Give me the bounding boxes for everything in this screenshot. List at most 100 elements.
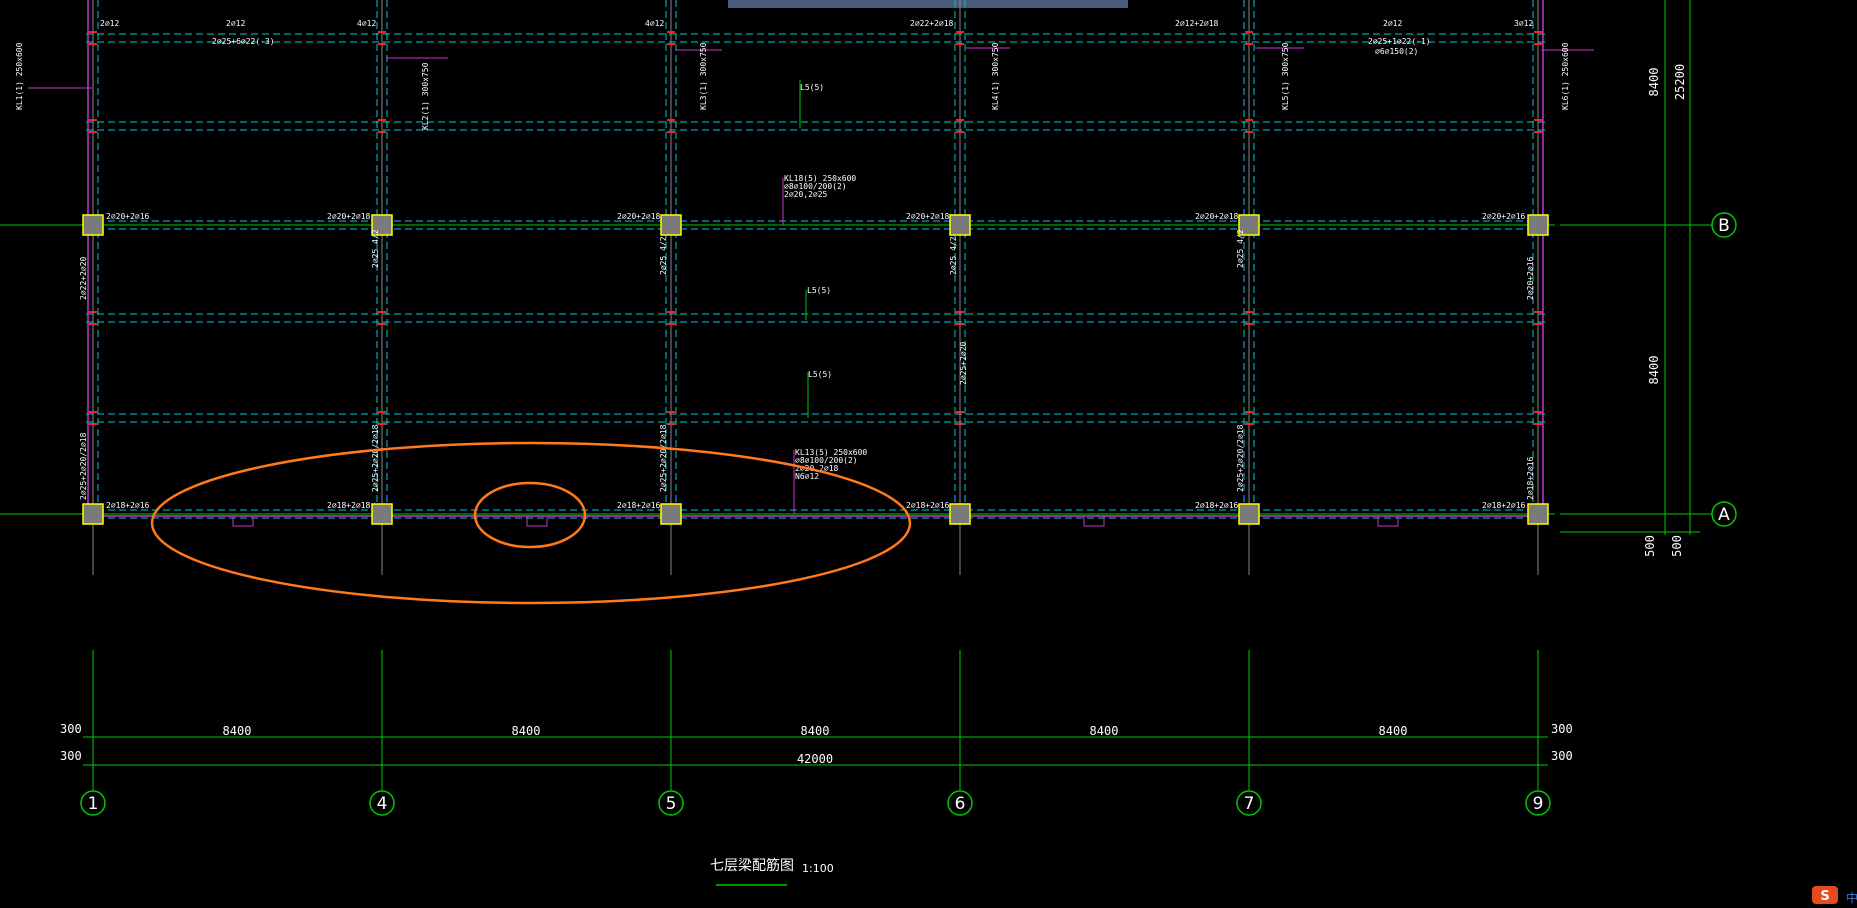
column-7-A	[1238, 503, 1260, 525]
b-line-rebar-note: 2⌀20+2⌀18	[1195, 212, 1239, 221]
edge-dim-right-2: 300	[1551, 749, 1573, 763]
drawing-title: 七层梁配筋图	[710, 857, 794, 874]
axis-bubble-5: 5	[658, 790, 684, 816]
top-rebar-note: 2⌀12+2⌀18	[1175, 19, 1219, 28]
column-4-A	[371, 503, 393, 525]
top-rebar-note: 4⌀12	[645, 19, 664, 28]
axis-bubble-label: 5	[666, 794, 677, 814]
vertical-rebar-note: 2⌀20+2⌀16	[1526, 256, 1535, 300]
corner-badge[interactable]: S 中	[1812, 886, 1857, 905]
bay-dim-3: 8400	[801, 724, 830, 738]
bay-dim-4: 8400	[1090, 724, 1119, 738]
top-rebar-note: 2⌀12	[226, 19, 245, 28]
axis-bubble-label: 4	[377, 794, 388, 814]
vertical-rebar-note: 2⌀25 4/2	[371, 229, 380, 268]
vertical-rebar-note: 2⌀25 4/2	[949, 236, 958, 275]
a-line-rebar-note: 2⌀18+2⌀16	[906, 501, 950, 510]
secondary-beam-label: L5(5)	[807, 286, 831, 295]
svg-text:中: 中	[1846, 890, 1857, 905]
markup-ellipse-small[interactable]	[473, 481, 587, 549]
top-rebar-note: 3⌀12	[1514, 19, 1533, 28]
column-6-A	[949, 503, 971, 525]
axis-bubble-label: B	[1718, 216, 1730, 236]
axis-bubble-label: 7	[1244, 794, 1255, 814]
vertical-rebar-note: 2⌀25 4/2	[659, 236, 668, 275]
side-dim-offset-b: 500	[1670, 535, 1684, 557]
a-line-rebar-note: 2⌀18+2⌀18	[327, 501, 371, 510]
vertical-rebar-note: 2⌀25+2⌀20/2⌀18	[79, 432, 88, 500]
edge-dim-left-2: 300	[60, 749, 82, 763]
column-5-A	[660, 503, 682, 525]
secondary-beam-label: L5(5)	[808, 370, 832, 379]
axis-bubble-B: B	[1560, 212, 1737, 238]
axis-bubble-A: A	[1560, 501, 1737, 527]
bay-dim-5: 8400	[1379, 724, 1408, 738]
column-9-B	[1527, 214, 1549, 236]
side-dim-total: 25200	[1673, 64, 1687, 100]
column-6-B	[949, 214, 971, 236]
drawing-scale: 1:100	[802, 862, 834, 875]
bottom-dimensions: 8400 8400 8400 8400 8400 42000 300 300 3…	[60, 722, 1573, 766]
markup-ellipse-large[interactable]	[150, 441, 912, 605]
top-rebar-note-2: 2⌀25+1⌀22(-1)	[1368, 37, 1431, 46]
total-dim: 42000	[797, 752, 833, 766]
axis-bubble-9: 9	[1525, 790, 1551, 816]
axis-bubble-label: A	[1718, 505, 1730, 525]
grid-lines	[0, 0, 1555, 790]
top-rebar-note-2: 2⌀25+6⌀22(-3)	[212, 37, 275, 46]
top-rebar-note: 4⌀12	[357, 19, 376, 28]
side-dim-lower: 8400	[1647, 356, 1661, 385]
a-line-rebar-note: 2⌀18+2⌀16	[1195, 501, 1239, 510]
side-dim-upper: 8400	[1647, 68, 1661, 97]
b-line-rebar-note: 2⌀20+2⌀18	[617, 212, 661, 221]
rebar-notes: 2⌀12 2⌀12 4⌀12 4⌀12 2⌀22+2⌀18 2⌀12+2⌀18 2⌀12 3⌀…	[15, 19, 1570, 510]
a-line-rebar-note: 2⌀18+2⌀16	[617, 501, 661, 510]
column-1-A	[82, 503, 104, 525]
column-callout: KL2(1) 300x750	[421, 62, 430, 130]
right-dimensions: 8400 25200 8400 500 500	[1560, 0, 1700, 557]
column-callout: KL5(1) 300x750	[1281, 42, 1290, 110]
top-rebar-note: 2⌀12	[100, 19, 119, 28]
b-line-rebar-note: 2⌀20+2⌀18	[327, 212, 371, 221]
top-rebar-note-2: ⌀6⌀150(2)	[1375, 47, 1418, 56]
svg-text:S: S	[1820, 889, 1829, 904]
column-callout: KL3(1) 300x750	[699, 42, 708, 110]
column-9-A	[1527, 503, 1549, 525]
column-1-B	[82, 214, 104, 236]
vertical-rebar-note: 2⌀25+2⌀20	[959, 341, 968, 385]
vertical-rebar-note: 2⌀25+2⌀20/2⌀18	[371, 424, 380, 492]
cad-drawing-canvas[interactable]: 2⌀12 2⌀12 4⌀12 4⌀12 2⌀22+2⌀18 2⌀12+2⌀18 2⌀12 3⌀…	[0, 0, 1857, 908]
beam-callout-a-line: N6⌀12	[795, 472, 819, 481]
vertical-rebar-note: 2⌀25 4/2	[1236, 229, 1245, 268]
axis-bubble-4: 4	[369, 790, 395, 816]
secondary-beam-label: L5(5)	[800, 83, 824, 92]
column-callout: KL6(1) 250x600	[1561, 42, 1570, 110]
axis-bubble-label: 1	[88, 794, 99, 814]
column-callout: KL4(1) 300x750	[991, 42, 1000, 110]
axis-bubble-1: 1	[80, 790, 106, 816]
top-rebar-note: 2⌀12	[1383, 19, 1402, 28]
vertical-rebar-note: 2⌀25+2⌀20/2⌀18	[659, 424, 668, 492]
bay-dim-2: 8400	[512, 724, 541, 738]
a-line-rebar-note: 2⌀18+2⌀16	[1482, 501, 1526, 510]
top-panel-fragment	[728, 0, 1128, 8]
axis-bubble-7: 7	[1236, 790, 1262, 816]
edge-dim-right-1: 300	[1551, 722, 1573, 736]
bay-dim-1: 8400	[223, 724, 252, 738]
axis-bubble-label: 6	[955, 794, 966, 814]
edge-dim-left-1: 300	[60, 722, 82, 736]
column-5-B	[660, 214, 682, 236]
a-line-rebar-note: 2⌀18+2⌀16	[106, 501, 150, 510]
column-callout: KL1(1) 250x600	[15, 42, 24, 110]
b-line-rebar-note: 2⌀20+2⌀18	[906, 212, 950, 221]
axis-bubble-6: 6	[947, 790, 973, 816]
b-line-rebar-note: 2⌀20+2⌀16	[1482, 212, 1526, 221]
vertical-rebar-note: 2⌀18+2⌀16	[1526, 456, 1535, 500]
top-rebar-note: 2⌀22+2⌀18	[910, 19, 954, 28]
vertical-rebar-note: 2⌀22+2⌀20	[79, 256, 88, 300]
vertical-rebar-note: 2⌀25+2⌀20/2⌀18	[1236, 424, 1245, 492]
b-line-rebar-note: 2⌀20+2⌀16	[106, 212, 150, 221]
side-dim-offset-a: 500	[1643, 535, 1657, 557]
axis-bubble-label: 9	[1533, 794, 1544, 814]
beam-callout-b-line: 2⌀20,2⌀25	[784, 190, 828, 199]
